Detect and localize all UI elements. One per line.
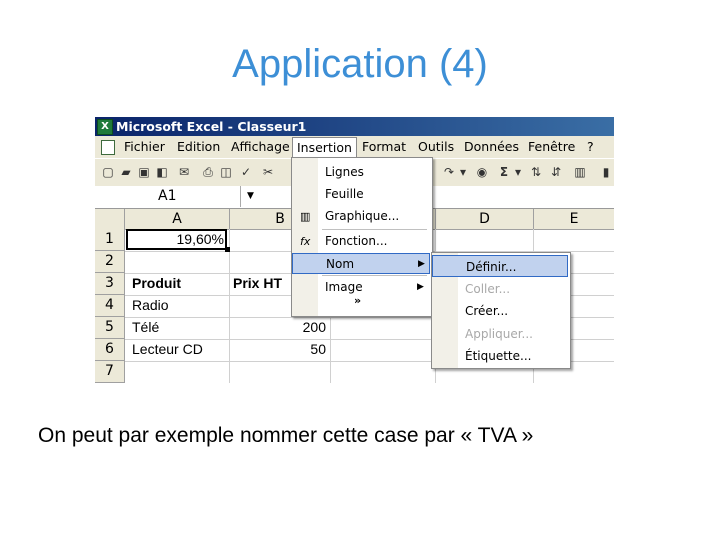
- open-folder-icon[interactable]: ▰: [119, 165, 133, 179]
- submenu-item-definir[interactable]: Définir...: [432, 255, 568, 277]
- menu-item-nom[interactable]: Nom ▶: [292, 253, 430, 274]
- row-header-6[interactable]: 6: [95, 339, 125, 361]
- menu-insertion[interactable]: Insertion: [292, 137, 357, 159]
- cell-a3[interactable]: Produit: [132, 273, 229, 294]
- menu-affichage[interactable]: Affichage: [231, 136, 290, 158]
- menu-donnees[interactable]: Données: [464, 136, 519, 158]
- menu-help[interactable]: ?: [587, 136, 594, 158]
- row-header-2[interactable]: 2: [95, 251, 125, 273]
- menu-separator: [322, 229, 427, 230]
- menu-item-lignes[interactable]: Lignes: [292, 162, 430, 183]
- select-all-corner[interactable]: [95, 209, 125, 230]
- excel-icon: X: [97, 119, 113, 135]
- print-preview-icon[interactable]: ◫: [219, 165, 233, 179]
- menu-item-graphique[interactable]: ▥ Graphique...: [292, 206, 430, 227]
- submenu-item-coller: Coller...: [432, 278, 568, 300]
- menu-item-feuille[interactable]: Feuille: [292, 184, 430, 205]
- row-header-1[interactable]: 1: [95, 229, 125, 251]
- menu-item-label: Lignes: [325, 165, 364, 179]
- chart-wizard-icon[interactable]: ▥: [573, 165, 587, 179]
- email-icon[interactable]: ✉: [177, 165, 191, 179]
- cell-b5[interactable]: 200: [230, 317, 330, 338]
- submenu-item-etiquette[interactable]: Étiquette...: [432, 345, 568, 367]
- excel-screenshot: X Microsoft Excel - Classeur1 Fichier Ed…: [95, 117, 614, 383]
- row-header-3[interactable]: 3: [95, 273, 125, 295]
- submenu-arrow-icon: ▶: [417, 282, 424, 292]
- sort-ascending-icon[interactable]: ⇅: [529, 165, 543, 179]
- menu-fenetre[interactable]: Fenêtre: [528, 136, 575, 158]
- row-header-5[interactable]: 5: [95, 317, 125, 339]
- slide-caption: On peut par exemple nommer cette case pa…: [38, 424, 534, 447]
- slide-title: Application (4): [232, 42, 488, 86]
- menu-fichier[interactable]: Fichier: [124, 136, 165, 158]
- menu-separator: [322, 275, 427, 276]
- sort-descending-icon[interactable]: ⇵: [549, 165, 563, 179]
- drawing-icon[interactable]: ▮: [599, 165, 613, 179]
- submenu-arrow-icon: ▶: [418, 259, 425, 269]
- menu-item-fonction[interactable]: fx Fonction...: [292, 231, 430, 252]
- function-icon: fx: [300, 235, 311, 248]
- menu-item-label: Feuille: [325, 187, 364, 201]
- name-box-value: A1: [158, 188, 177, 204]
- menu-edition[interactable]: Edition: [177, 136, 220, 158]
- fill-handle[interactable]: [225, 247, 230, 252]
- menu-item-label: Appliquer...: [465, 327, 533, 341]
- active-cell-border: [126, 229, 227, 250]
- menu-format[interactable]: Format: [362, 136, 406, 158]
- chart-icon: ▥: [300, 210, 311, 223]
- column-header-e[interactable]: E: [534, 209, 614, 230]
- workbook-icon[interactable]: [101, 140, 115, 155]
- title-bar: X Microsoft Excel - Classeur1: [95, 117, 614, 136]
- print-icon[interactable]: ⎙: [201, 165, 215, 179]
- menu-outils[interactable]: Outils: [418, 136, 454, 158]
- submenu-item-creer[interactable]: Créer...: [432, 300, 568, 322]
- save-icon[interactable]: ▣: [137, 165, 151, 179]
- column-header-d[interactable]: D: [436, 209, 534, 230]
- insertion-menu: Lignes Feuille ▥ Graphique... fx Fonctio…: [291, 157, 433, 317]
- nom-submenu: Définir... Coller... Créer... Appliquer.…: [431, 252, 571, 369]
- name-box[interactable]: A1 ▼: [95, 186, 254, 207]
- expand-menu-icon[interactable]: »: [354, 294, 361, 307]
- chevron-down-icon[interactable]: ▼: [247, 186, 254, 207]
- menu-item-label: Coller...: [465, 282, 511, 296]
- hyperlink-icon[interactable]: ◉: [475, 165, 489, 179]
- new-document-icon[interactable]: ▢: [101, 165, 115, 179]
- row-header-4[interactable]: 4: [95, 295, 125, 317]
- menu-item-label: Nom: [326, 257, 355, 271]
- window-title: Microsoft Excel - Classeur1: [116, 119, 307, 134]
- column-header-a[interactable]: A: [125, 209, 230, 230]
- redo-dropdown-icon[interactable]: ▾: [456, 165, 470, 179]
- autosum-icon[interactable]: Σ: [497, 165, 511, 179]
- cell-b6[interactable]: 50: [230, 339, 330, 360]
- row-header-7[interactable]: 7: [95, 361, 125, 383]
- redo-icon[interactable]: ↷: [442, 165, 456, 179]
- cell-a6[interactable]: Lecteur CD: [132, 339, 229, 360]
- menu-item-label: Créer...: [465, 304, 509, 318]
- menu-bar: Fichier Edition Affichage Insertion Form…: [95, 136, 614, 159]
- menu-item-label: Étiquette...: [465, 349, 532, 363]
- menu-item-label: Définir...: [466, 260, 517, 274]
- spelling-icon[interactable]: ✓: [239, 165, 253, 179]
- cut-icon[interactable]: ✂: [261, 165, 275, 179]
- submenu-item-appliquer: Appliquer...: [432, 323, 568, 345]
- menu-item-label: Fonction...: [325, 234, 388, 248]
- cell-a5[interactable]: Télé: [132, 317, 229, 338]
- permission-icon[interactable]: ◧: [155, 165, 169, 179]
- menu-item-label: Graphique...: [325, 209, 400, 223]
- autosum-dropdown-icon[interactable]: ▾: [511, 165, 525, 179]
- cell-a4[interactable]: Radio: [132, 295, 229, 316]
